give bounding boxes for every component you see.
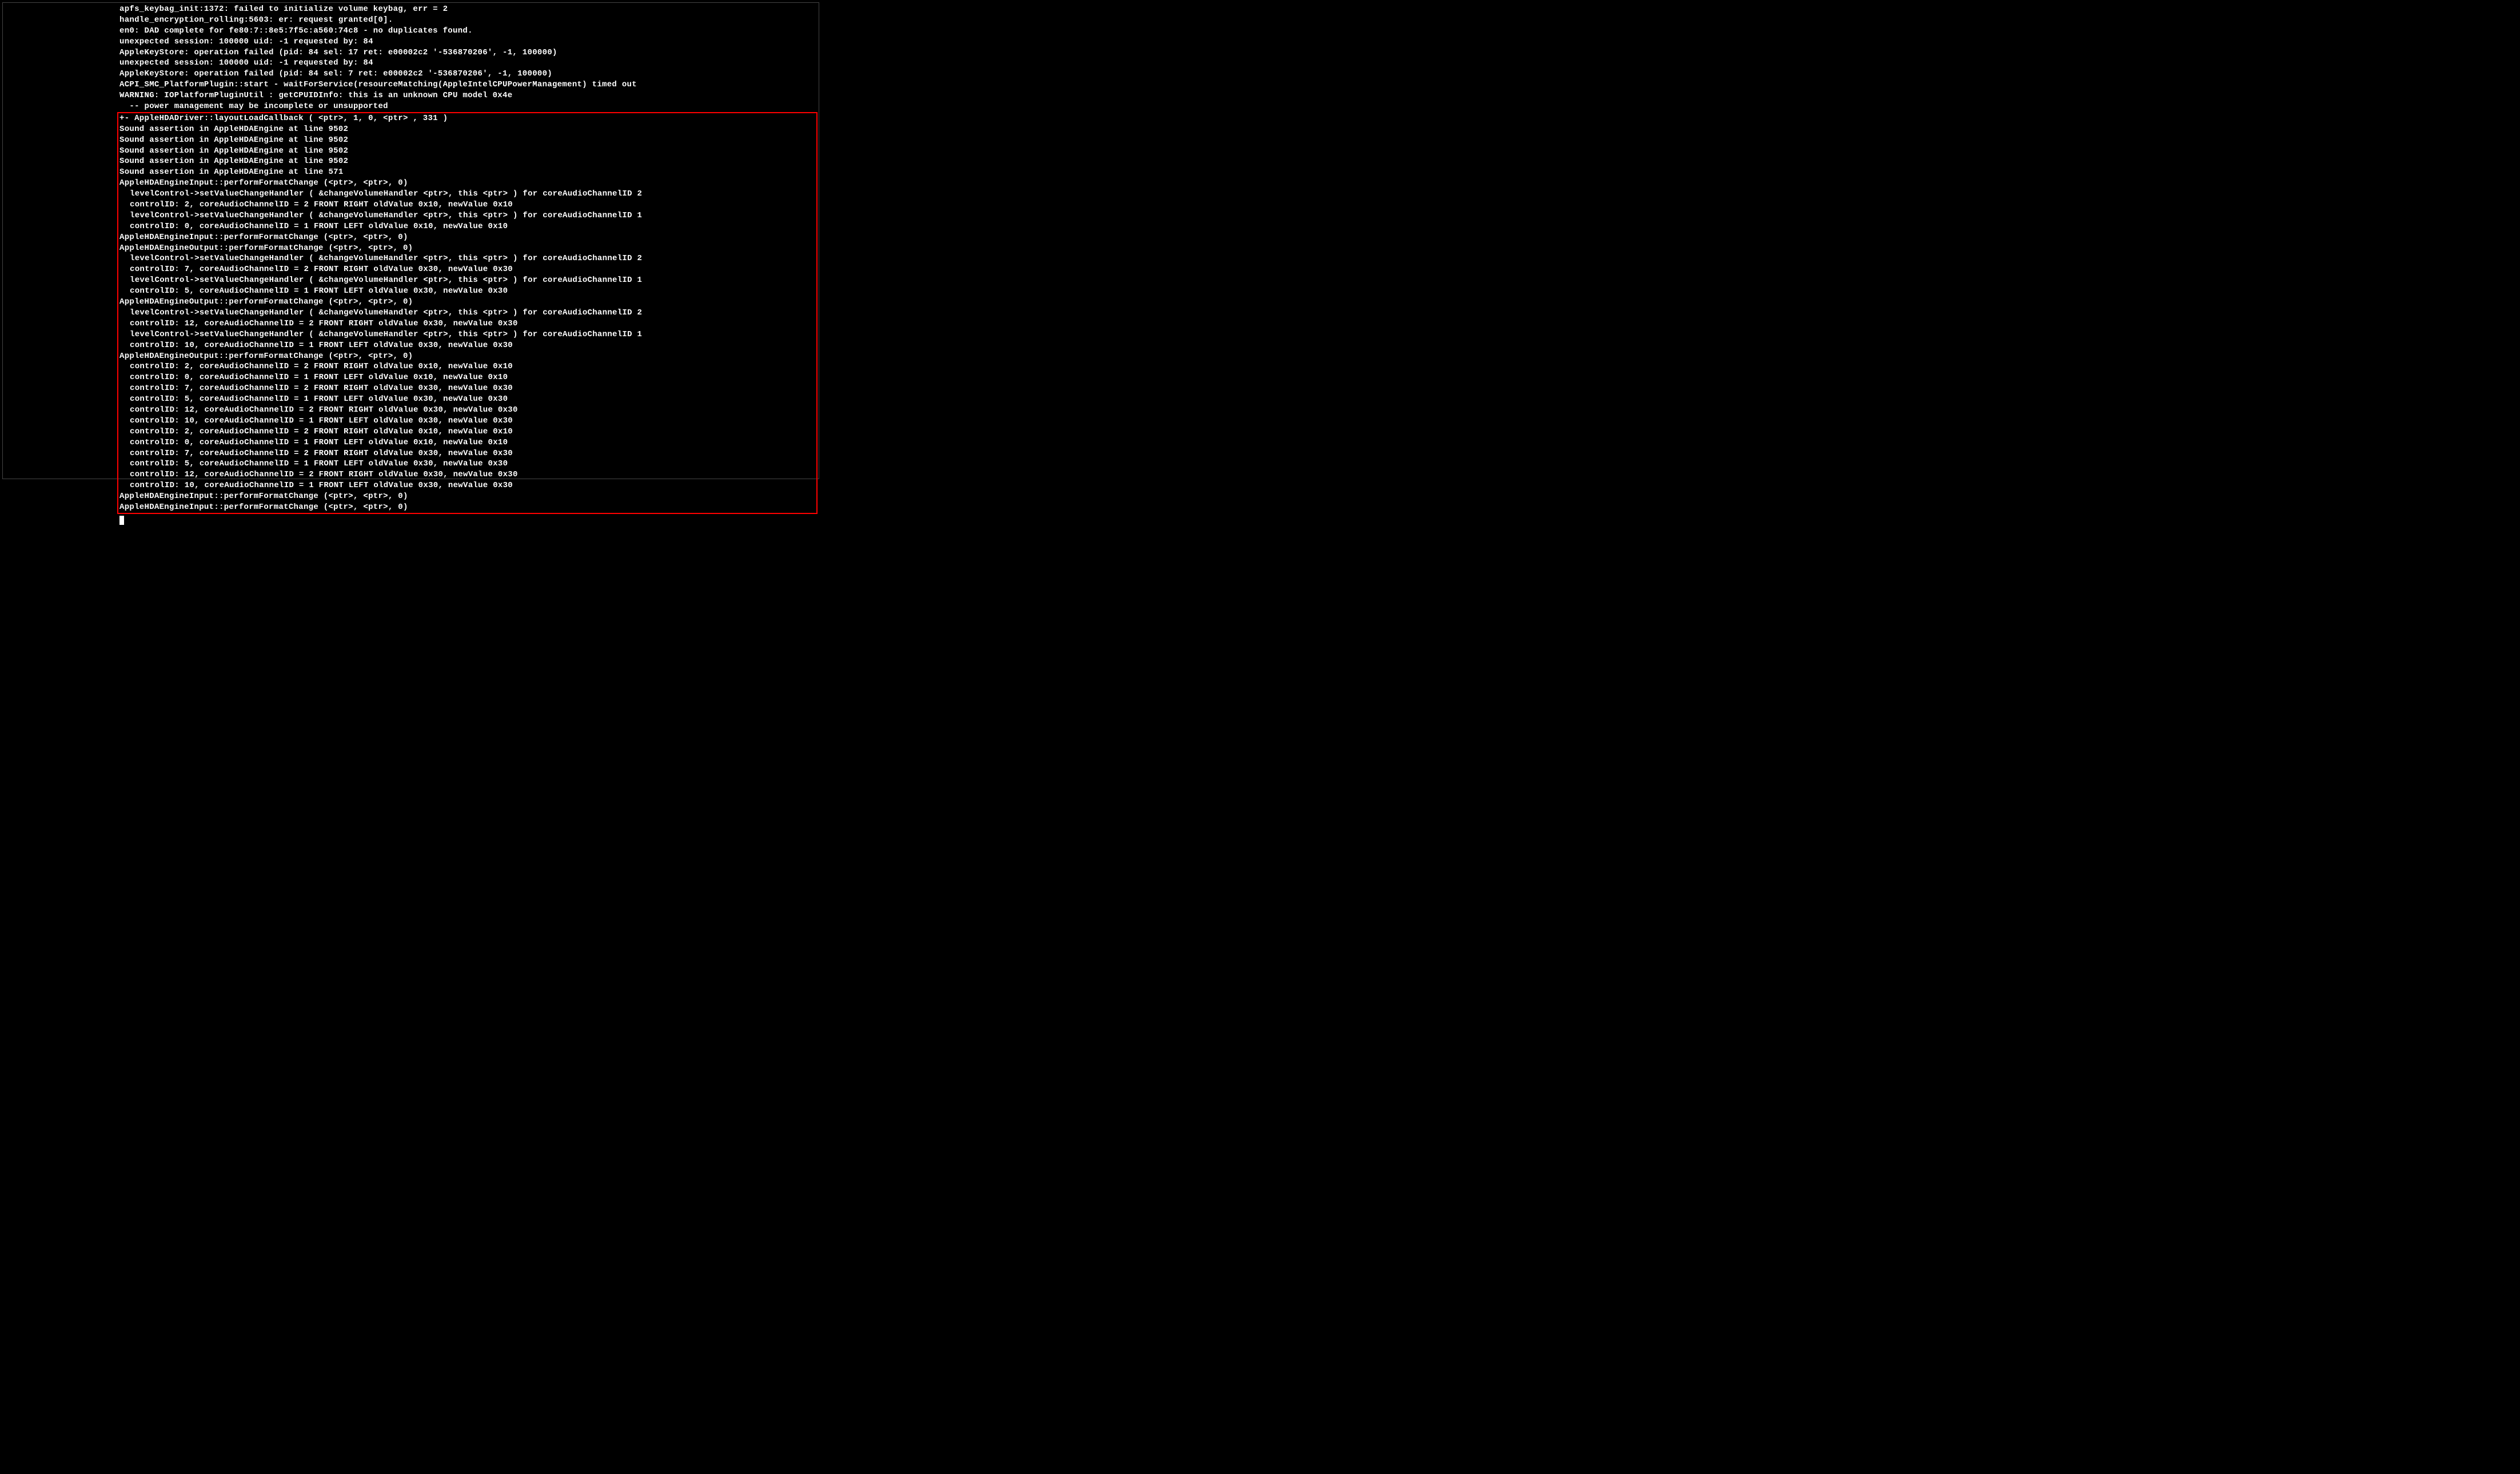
log-line: AppleHDAEngineInput::performFormatChange… xyxy=(119,491,815,502)
log-line: controlID: 2, coreAudioChannelID = 2 FRO… xyxy=(119,200,815,210)
log-line: handle_encryption_rolling:5603: er: requ… xyxy=(119,15,818,26)
log-line: apfs_keybag_init:1372: failed to initial… xyxy=(119,4,818,15)
log-line: controlID: 7, coreAudioChannelID = 2 FRO… xyxy=(119,448,815,459)
log-line: AppleHDAEngineInput::performFormatChange… xyxy=(119,502,815,513)
log-line: levelControl->setValueChangeHandler ( &c… xyxy=(119,308,815,318)
log-line: WARNING: IOPlatformPluginUtil : getCPUID… xyxy=(119,90,818,101)
log-line: ACPI_SMC_PlatformPlugin::start - waitFor… xyxy=(119,79,818,90)
log-line: levelControl->setValueChangeHandler ( &c… xyxy=(119,329,815,340)
log-line: levelControl->setValueChangeHandler ( &c… xyxy=(119,275,815,286)
log-line: AppleHDAEngineInput::performFormatChange… xyxy=(119,178,815,189)
log-line: en0: DAD complete for fe80:7::8e5:7f5c:a… xyxy=(119,26,818,37)
log-line: controlID: 5, coreAudioChannelID = 1 FRO… xyxy=(119,286,815,297)
log-line: controlID: 0, coreAudioChannelID = 1 FRO… xyxy=(119,372,815,383)
text-cursor xyxy=(119,516,124,525)
log-line: Sound assertion in AppleHDAEngine at lin… xyxy=(119,135,815,146)
log-line: controlID: 7, coreAudioChannelID = 2 FRO… xyxy=(119,383,815,394)
log-line: unexpected session: 100000 uid: -1 reque… xyxy=(119,58,818,69)
log-line: Sound assertion in AppleHDAEngine at lin… xyxy=(119,124,815,135)
log-line: AppleHDAEngineInput::performFormatChange… xyxy=(119,232,815,243)
log-line: controlID: 12, coreAudioChannelID = 2 FR… xyxy=(119,469,815,480)
log-line: controlID: 0, coreAudioChannelID = 1 FRO… xyxy=(119,221,815,232)
log-line: controlID: 2, coreAudioChannelID = 2 FRO… xyxy=(119,361,815,372)
log-line: AppleHDAEngineOutput::performFormatChang… xyxy=(119,243,815,254)
log-line: AppleKeyStore: operation failed (pid: 84… xyxy=(119,47,818,58)
log-line: controlID: 10, coreAudioChannelID = 1 FR… xyxy=(119,416,815,427)
log-line: controlID: 5, coreAudioChannelID = 1 FRO… xyxy=(119,394,815,405)
log-line: controlID: 7, coreAudioChannelID = 2 FRO… xyxy=(119,264,815,275)
log-line: controlID: 10, coreAudioChannelID = 1 FR… xyxy=(119,340,815,351)
log-line: AppleHDAEngineOutput::performFormatChang… xyxy=(119,351,815,362)
log-line: Sound assertion in AppleHDAEngine at lin… xyxy=(119,167,815,178)
highlighted-audio-log: +- AppleHDADriver::layoutLoadCallback ( … xyxy=(117,112,818,514)
log-line: controlID: 12, coreAudioChannelID = 2 FR… xyxy=(119,318,815,329)
log-line: controlID: 12, coreAudioChannelID = 2 FR… xyxy=(119,405,815,416)
log-line: Sound assertion in AppleHDAEngine at lin… xyxy=(119,156,815,167)
log-line: controlID: 5, coreAudioChannelID = 1 FRO… xyxy=(119,459,815,469)
log-line: -- power management may be incomplete or… xyxy=(119,101,818,112)
log-line: AppleHDAEngineOutput::performFormatChang… xyxy=(119,297,815,308)
log-line: controlID: 10, coreAudioChannelID = 1 FR… xyxy=(119,480,815,491)
log-line: unexpected session: 100000 uid: -1 reque… xyxy=(119,37,818,47)
log-line: controlID: 0, coreAudioChannelID = 1 FRO… xyxy=(119,437,815,448)
boot-log-top: apfs_keybag_init:1372: failed to initial… xyxy=(119,4,818,112)
log-line: levelControl->setValueChangeHandler ( &c… xyxy=(119,189,815,200)
log-line: +- AppleHDADriver::layoutLoadCallback ( … xyxy=(119,113,815,124)
log-line: controlID: 2, coreAudioChannelID = 2 FRO… xyxy=(119,427,815,437)
log-line: Sound assertion in AppleHDAEngine at lin… xyxy=(119,146,815,157)
log-line: levelControl->setValueChangeHandler ( &c… xyxy=(119,210,815,221)
log-line: levelControl->setValueChangeHandler ( &c… xyxy=(119,253,815,264)
log-line: AppleKeyStore: operation failed (pid: 84… xyxy=(119,69,818,79)
console-frame: apfs_keybag_init:1372: failed to initial… xyxy=(2,2,819,479)
